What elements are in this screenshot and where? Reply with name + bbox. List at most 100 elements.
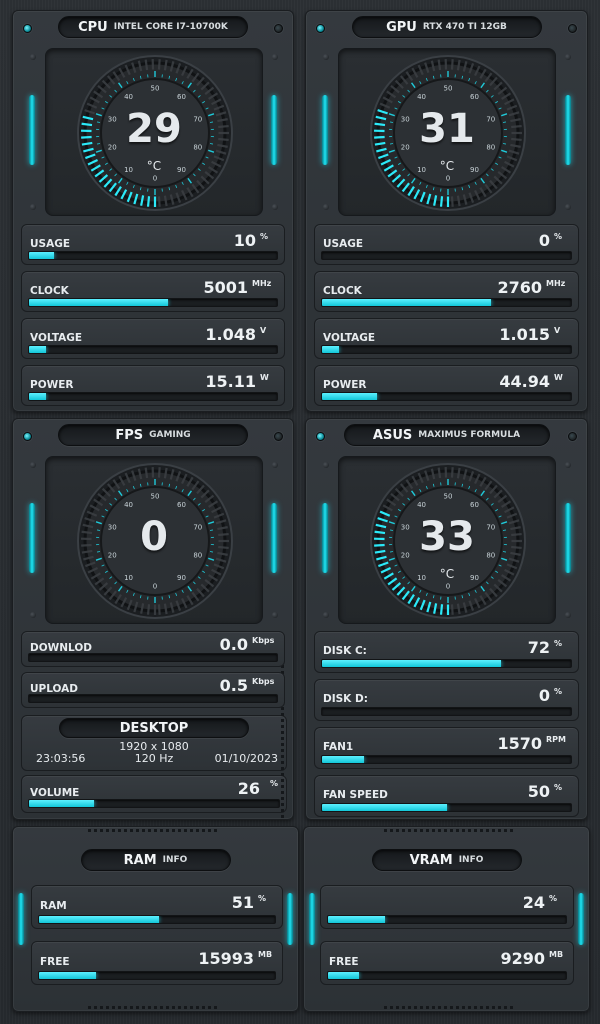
volume-row[interactable]: VOLUME 26 % (21, 775, 287, 813)
metric-label: VOLTAGE (323, 331, 376, 344)
glow-bar (322, 95, 328, 165)
gauge-tick-label: 10 (124, 574, 133, 582)
motherboard-temp-unit: °C (439, 567, 455, 581)
gpu-title-pill: GPU RTX 470 TI 12GB (351, 16, 542, 38)
clock-date: 01/10/2023 (214, 752, 278, 765)
gauge-tick-label: 40 (124, 93, 133, 101)
metric-value: 51 (231, 893, 254, 912)
ram-title-pill: RAM INFO (80, 849, 231, 871)
metric-unit: Kbps (252, 636, 275, 645)
metric-row: DISK D: 0% (314, 679, 579, 721)
metric-bar-fill (328, 972, 359, 979)
glow-bar (271, 95, 277, 165)
asus-panel: ASUS MAXIMUS FORMULA 0 10 20 30 40 50 60 70 80 90… (305, 418, 588, 820)
gauge-well: 0 10 20 30 40 50 60 70 80 90 31 °C (323, 48, 571, 216)
motherboard-temp-value: 33 (419, 514, 475, 560)
metric-unit: % (554, 639, 563, 648)
metric-unit: MHz (546, 278, 566, 288)
metric-label: FAN1 (323, 741, 354, 753)
metric-value: 9290 (500, 949, 545, 968)
panel-subtitle: INFO (458, 855, 484, 865)
metric-bar (28, 392, 278, 401)
gauge-tick-label: 60 (470, 93, 479, 101)
metric-bar-fill (328, 916, 386, 923)
metric-value: 2760 (497, 277, 542, 297)
metric-label: DISK D: (323, 693, 368, 705)
metric-bar (327, 915, 567, 924)
gauge-tick-label: 0 (446, 583, 450, 591)
metric-unit: W (554, 372, 563, 382)
metric-label: CLOCK (30, 284, 69, 297)
metric-label: POWER (30, 378, 74, 391)
metric-bar-fill (29, 346, 47, 353)
metric-unit: MB (258, 950, 273, 959)
metric-label: RAM (40, 900, 67, 912)
desktop-title-pill: DESKTOP (59, 718, 249, 738)
metric-unit: % (258, 894, 267, 903)
metric-unit: % (554, 231, 563, 241)
glow-bar (271, 503, 277, 573)
gpu-panel: GPU RTX 470 TI 12GB 0 10 20 30 40 50 60 70 80 90 … (305, 10, 588, 412)
metric-bar-fill (39, 972, 96, 979)
metric-bar-fill (29, 299, 168, 306)
desktop-title: DESKTOP (119, 720, 189, 736)
metric-bar (28, 298, 278, 307)
metric-row: USAGE 0% (314, 224, 579, 265)
metric-row: CLOCK 2760 MHz (314, 271, 579, 312)
glow-bar (322, 503, 328, 573)
metric-row: DOWNLOD 0.0 Kbps (21, 631, 285, 667)
metric-value: 1.015 (499, 324, 550, 344)
gauge-tick-label: 50 (444, 85, 453, 93)
panel-subtitle: RTX 470 TI 12GB (422, 22, 507, 32)
volume-slider[interactable] (28, 799, 280, 808)
panel-title: ASUS (372, 427, 413, 443)
metric-bar-fill (322, 299, 492, 306)
metric-row: 24% (320, 885, 574, 929)
metric-unit: W (260, 372, 269, 382)
metric-bar (321, 345, 572, 354)
metric-value: 0.5 (219, 676, 248, 695)
metric-label: VOLTAGE (30, 331, 83, 344)
metric-value: 72 (527, 638, 550, 657)
metric-row: FAN1 1570 RPM (314, 727, 579, 769)
glow-bar (29, 95, 35, 165)
status-led (274, 432, 283, 441)
glow-bar (565, 503, 571, 573)
metric-bar (321, 392, 572, 401)
gauge-tick-label: 60 (177, 93, 186, 101)
ram-panel: RAM INFO RAM 51% FREE 15993 MB (12, 826, 299, 1012)
metric-bar-fill (322, 660, 502, 667)
status-led (23, 24, 32, 33)
metric-value: 5001 (203, 277, 248, 297)
metric-bar-fill (39, 916, 160, 923)
glow-bar (309, 893, 315, 945)
metric-label: FAN SPEED (323, 789, 388, 801)
metric-value: 1570 (497, 734, 542, 753)
metric-bar-fill (322, 346, 340, 353)
glow-bar (29, 503, 35, 573)
metric-bar (38, 915, 276, 924)
metric-row: FREE 9290 MB (320, 941, 574, 985)
panel-title: RAM (123, 852, 157, 868)
metric-unit: V (260, 325, 267, 335)
status-led (274, 24, 283, 33)
metric-bar (321, 298, 572, 307)
metric-bar (28, 251, 278, 260)
metric-unit: % (270, 779, 279, 788)
metric-bar-fill (29, 252, 54, 259)
metric-value: 0.0 (219, 635, 248, 654)
metric-bar (28, 694, 278, 703)
gauge-tick-label: 0 (446, 175, 450, 183)
metric-value: 44.94 (499, 371, 550, 391)
metric-row: FREE 15993 MB (31, 941, 283, 985)
metric-value: 0 (538, 686, 550, 705)
metric-bar-fill (322, 804, 447, 811)
metric-value: 15.11 (205, 371, 256, 391)
glow-bar (287, 893, 293, 945)
metric-unit: MHz (252, 278, 272, 288)
metric-value: 1.048 (205, 324, 256, 344)
fps-value: 0 (140, 514, 168, 560)
metric-bar (321, 803, 572, 812)
cpu-temp-value: 29 (126, 106, 182, 152)
gauge-tick-label: 60 (177, 501, 186, 509)
